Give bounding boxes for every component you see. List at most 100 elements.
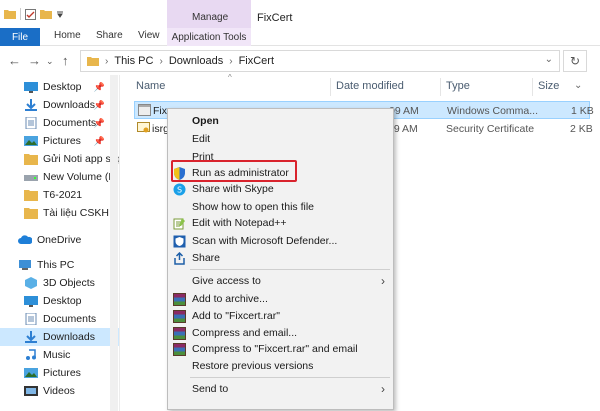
nav-item-gui-noti[interactable]: Gửi Noti app sap xyxy=(0,150,119,168)
tab-application-tools[interactable]: Application Tools xyxy=(167,28,251,46)
downloads-icon xyxy=(25,99,37,111)
tab-home[interactable]: Home xyxy=(54,30,81,41)
menu-item-edit[interactable]: Edit xyxy=(168,130,393,148)
menu-item-restore-previous-versions[interactable]: Restore previous versions xyxy=(168,357,393,375)
chevron-down-icon[interactable]: ⌄ xyxy=(545,54,553,65)
divider xyxy=(20,8,21,20)
chevron-right-icon: › xyxy=(381,274,385,288)
quick-access-toolbar xyxy=(4,8,64,20)
nav-item-label: Downloads xyxy=(43,331,95,343)
arrow-right-icon[interactable]: → xyxy=(28,53,41,68)
tab-share[interactable]: Share xyxy=(96,30,123,41)
nav-item-label: Downloads xyxy=(43,99,95,111)
manage-tab[interactable]: Manage xyxy=(192,12,228,23)
menu-item-label: Edit with Notepad++ xyxy=(192,217,287,229)
menu-item-label: Add to "Fixcert.rar" xyxy=(192,310,280,322)
divider[interactable] xyxy=(330,78,331,96)
nav-item-downloads[interactable]: Downloads xyxy=(0,328,119,346)
new-folder-icon[interactable] xyxy=(40,9,52,19)
nav-item-new-volume[interactable]: New Volume (D: xyxy=(0,168,119,186)
nav-item-t6-2021[interactable]: T6-2021 xyxy=(0,186,119,204)
defender-icon xyxy=(173,235,186,248)
refresh-button[interactable]: ↻ xyxy=(563,50,587,72)
menu-item-add-to-archive[interactable]: Add to archive... xyxy=(168,290,393,308)
divider[interactable] xyxy=(532,78,533,96)
menu-item-edit-with-notepadpp[interactable]: Edit with Notepad++ xyxy=(168,214,393,232)
menu-item-open[interactable]: Open xyxy=(168,112,393,130)
divider[interactable] xyxy=(440,78,441,96)
nav-item-pictures[interactable]: Pictures xyxy=(0,364,119,382)
nav-item-music[interactable]: Music xyxy=(0,346,119,364)
pictures-icon xyxy=(24,368,38,378)
winrar-icon xyxy=(173,343,186,356)
certificate-icon xyxy=(137,122,150,133)
nav-item-videos[interactable]: Videos xyxy=(0,382,119,400)
arrow-up-icon[interactable]: ↑ xyxy=(62,53,69,68)
menu-item-label: Send to xyxy=(192,383,229,395)
pin-icon[interactable]: 📌 xyxy=(94,82,105,93)
folder-icon xyxy=(24,190,38,201)
chevron-right-icon: › xyxy=(229,55,233,67)
divider xyxy=(190,269,390,270)
menu-item-share-with-skype[interactable]: S Share with Skype xyxy=(168,180,393,198)
nav-item-this-pc[interactable]: This PC xyxy=(0,256,119,274)
nav-item-3d-objects[interactable]: 3D Objects xyxy=(0,274,119,292)
menu-item-label: Give access to xyxy=(192,275,261,287)
nav-item-documents-quick[interactable]: Documents 📌 xyxy=(0,114,119,132)
nav-item-pictures-quick[interactable]: Pictures 📌 xyxy=(0,132,119,150)
nav-item-label: New Volume (D: xyxy=(43,171,119,183)
pin-icon[interactable]: 📌 xyxy=(94,118,105,129)
chevron-down-icon[interactable]: ⌄ xyxy=(574,80,582,91)
customize-dropdown-icon[interactable] xyxy=(56,10,64,18)
nav-item-label: Gửi Noti app sap xyxy=(43,153,119,165)
nav-item-label: Desktop xyxy=(43,81,82,93)
breadcrumb-this-pc[interactable]: This PC xyxy=(114,55,153,67)
tab-view[interactable]: View xyxy=(138,30,160,41)
column-header-type[interactable]: Type xyxy=(446,80,470,92)
menu-item-compress-to-fixcert-rar-and-email[interactable]: Compress to "Fixcert.rar" and email xyxy=(168,340,393,358)
skype-icon: S xyxy=(173,183,186,196)
menu-item-give-access-to[interactable]: Give access to › xyxy=(168,272,393,290)
nav-item-label: Music xyxy=(43,349,71,361)
chevron-right-icon: › xyxy=(105,55,109,67)
nav-item-label: This PC xyxy=(37,259,75,271)
pin-icon[interactable]: 📌 xyxy=(94,136,105,147)
file-size: 1 KB xyxy=(571,105,594,117)
svg-text:S: S xyxy=(177,186,182,195)
nav-item-onedrive[interactable]: OneDrive xyxy=(0,231,119,249)
nav-item-tai-lieu-cskh[interactable]: Tài liệu CSKH xyxy=(0,204,119,222)
column-header-name[interactable]: Name xyxy=(136,80,165,92)
breadcrumb-fixcert[interactable]: FixCert xyxy=(239,55,274,67)
arrow-left-icon[interactable]: ← xyxy=(8,53,21,68)
chevron-right-icon: › xyxy=(159,55,163,67)
batch-file-icon xyxy=(138,104,151,116)
menu-item-label: Compress and email... xyxy=(192,327,298,339)
nav-item-desktop[interactable]: Desktop xyxy=(0,292,119,310)
address-bar[interactable]: › This PC › Downloads › FixCert ⌄ xyxy=(80,50,560,72)
nav-item-documents[interactable]: Documents xyxy=(0,310,119,328)
refresh-icon: ↻ xyxy=(569,54,581,68)
downloads-icon xyxy=(25,331,37,343)
recent-dropdown-icon[interactable]: ⌄ xyxy=(46,56,54,67)
menu-item-add-to-fixcert-rar[interactable]: Add to "Fixcert.rar" xyxy=(168,307,393,325)
context-menu: Open Edit Print Run as administrator S S… xyxy=(167,108,394,410)
breadcrumb-downloads[interactable]: Downloads xyxy=(169,55,223,67)
pin-icon[interactable]: 📌 xyxy=(94,100,105,111)
nav-item-label: OneDrive xyxy=(37,234,82,246)
properties-icon[interactable] xyxy=(25,8,36,20)
nav-item-desktop-quick[interactable]: Desktop 📌 xyxy=(0,78,119,96)
nav-scrollbar[interactable] xyxy=(110,75,118,411)
menu-item-send-to[interactable]: Send to › xyxy=(168,380,393,398)
menu-item-label: Edit xyxy=(192,133,211,145)
tab-file[interactable]: File xyxy=(0,28,40,46)
nav-item-label: Tài liệu CSKH xyxy=(43,207,109,219)
column-header-size[interactable]: Size xyxy=(538,80,559,92)
nav-item-label: Documents xyxy=(43,313,97,325)
menu-item-scan-with-defender[interactable]: Scan with Microsoft Defender... xyxy=(168,232,393,250)
cloud-icon xyxy=(18,235,32,244)
menu-item-share[interactable]: Share xyxy=(168,249,393,267)
nav-item-downloads-quick[interactable]: Downloads 📌 xyxy=(0,96,119,114)
column-header-date[interactable]: Date modified xyxy=(336,80,404,92)
winrar-icon xyxy=(173,310,186,323)
address-row: ← → ⌄ ↑ › This PC › Downloads › FixCert … xyxy=(0,47,600,75)
